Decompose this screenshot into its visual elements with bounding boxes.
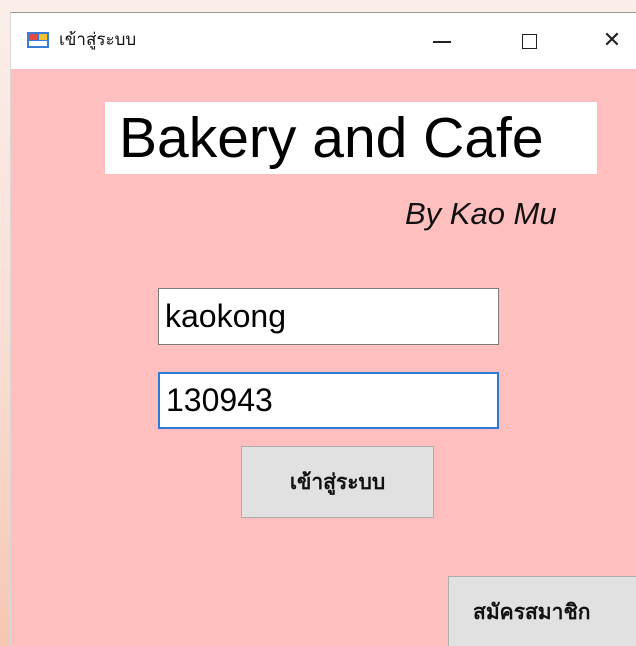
login-button[interactable]: เข้าสู่ระบบ xyxy=(241,446,434,518)
minimize-icon xyxy=(433,41,451,43)
close-button[interactable]: ✕ xyxy=(577,13,636,69)
password-input[interactable] xyxy=(158,372,499,429)
register-button[interactable]: สมัครสมาชิก xyxy=(448,576,636,646)
window-title: เข้าสู่ระบบ xyxy=(59,30,137,50)
author-label: By Kao Mu xyxy=(405,196,557,231)
page-title: Bakery and Cafe xyxy=(119,106,544,170)
login-window: เข้าสู่ระบบ ✕ Bakery and Cafe By Kao Mu … xyxy=(10,12,636,646)
app-window-icon xyxy=(27,32,49,48)
minimize-button[interactable] xyxy=(407,13,477,69)
maximize-button[interactable] xyxy=(494,13,564,69)
title-bar[interactable]: เข้าสู่ระบบ ✕ xyxy=(11,13,636,69)
close-icon: ✕ xyxy=(602,28,622,53)
username-input[interactable] xyxy=(158,288,499,345)
maximize-icon xyxy=(521,33,537,49)
